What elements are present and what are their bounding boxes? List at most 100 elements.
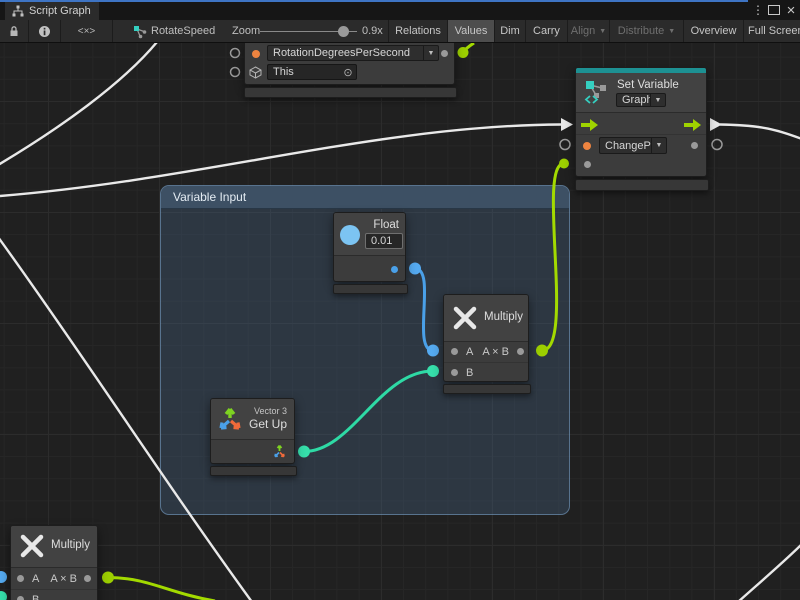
- object-picker-icon[interactable]: ⊙: [340, 66, 356, 79]
- lock-icon: [8, 25, 20, 37]
- output-port[interactable]: [84, 575, 91, 582]
- float-value-field[interactable]: 0.01: [365, 233, 403, 249]
- flow-out-arrow-icon[interactable]: [684, 118, 702, 132]
- input-port-b[interactable]: [17, 596, 24, 600]
- input-port-a[interactable]: [451, 348, 458, 355]
- node-footer[interactable]: [244, 87, 457, 98]
- graph-hierarchy-icon: [12, 5, 24, 17]
- script-graph-window: Variable Input: [0, 0, 800, 600]
- wire-end-dot[interactable]: [559, 159, 569, 169]
- variable-name-dropdown[interactable]: ChangePos ▼: [599, 137, 667, 154]
- value-input-port[interactable]: [584, 161, 591, 168]
- variable-name-dropdown[interactable]: RotationDegreesPerSecond ▼: [267, 45, 439, 61]
- group-header[interactable]: Variable Input: [161, 186, 569, 209]
- menu-kebab-icon[interactable]: ⋮: [751, 0, 765, 20]
- port-label-b: B: [32, 594, 39, 600]
- info-icon: [38, 25, 51, 38]
- chevron-down-icon: ▼: [668, 28, 675, 35]
- toolbar: <×> RotateSpeed Zoom 0.9x Relations Valu…: [0, 20, 800, 43]
- node-title: Multiply: [484, 311, 523, 323]
- node-title: Multiply: [51, 539, 90, 551]
- node-header[interactable]: Multiply: [444, 295, 528, 342]
- node-multiply[interactable]: Multiply A A × B B: [443, 294, 529, 382]
- zoom-slider-handle[interactable]: [338, 26, 349, 37]
- lock-button[interactable]: [0, 20, 28, 42]
- node-set-variable[interactable]: Set Variable Graph ▼ ChangePos ▼: [575, 67, 707, 177]
- scope-dropdown[interactable]: Graph ▼: [616, 93, 666, 107]
- node-header[interactable]: Float 0.01: [334, 213, 405, 256]
- node-title: Get Up: [249, 417, 287, 431]
- button-distribute[interactable]: Distribute ▼: [610, 20, 683, 42]
- zoom-value: 0.9x: [362, 20, 383, 42]
- node-vector3-get-up[interactable]: Vector 3 Get Up: [210, 398, 295, 464]
- tab-title: Script Graph: [29, 5, 91, 17]
- button-carry[interactable]: Carry: [526, 20, 567, 42]
- maximize-icon[interactable]: [766, 0, 782, 20]
- tab-script-graph[interactable]: Script Graph: [5, 2, 99, 20]
- port-label-result: A × B: [482, 346, 509, 358]
- variable-name: RotationDegreesPerSecond: [268, 47, 423, 59]
- target-value: This: [268, 66, 340, 78]
- chevron-down-icon: ▼: [651, 138, 666, 153]
- code-view-button[interactable]: <×>: [61, 20, 112, 42]
- float-type-icon: [340, 225, 360, 245]
- button-relations[interactable]: Relations: [389, 20, 447, 42]
- float-value: 0.01: [366, 235, 402, 247]
- value-output-port[interactable]: [691, 142, 698, 149]
- wire-end-dot[interactable]: [102, 572, 114, 584]
- input-port-a[interactable]: [17, 575, 24, 582]
- node-footer[interactable]: [210, 466, 297, 476]
- node-title: Float: [373, 219, 399, 231]
- node-footer[interactable]: [333, 284, 408, 294]
- wire-end-dot[interactable]: [298, 446, 310, 458]
- info-button[interactable]: [29, 20, 60, 42]
- node-multiply-2[interactable]: Multiply A A × B B: [10, 525, 98, 600]
- value-output-port[interactable]: [441, 50, 448, 57]
- wire-end-dot[interactable]: [536, 345, 548, 357]
- output-port[interactable]: [517, 348, 524, 355]
- button-values[interactable]: Values: [448, 20, 494, 42]
- wire-end-dot[interactable]: [458, 47, 469, 58]
- node-type-label: Vector 3: [254, 406, 287, 416]
- cube-icon: [249, 66, 262, 79]
- variable-name: ChangePos: [600, 140, 651, 152]
- graph-name-label: RotateSpeed: [151, 20, 215, 42]
- set-variable-icon: [583, 78, 610, 105]
- node-title: Set Variable: [617, 79, 679, 91]
- button-align[interactable]: Align ▼: [568, 20, 609, 42]
- node-footer[interactable]: [575, 179, 709, 191]
- chevron-down-icon: ▼: [599, 28, 606, 35]
- node-header[interactable]: Vector 3 Get Up: [211, 399, 294, 440]
- button-dim[interactable]: Dim: [495, 20, 525, 42]
- node-float[interactable]: Float 0.01: [333, 212, 406, 282]
- port-label-result: A × B: [50, 573, 77, 585]
- wire-end-dot[interactable]: [409, 263, 421, 275]
- variable-port[interactable]: [583, 142, 591, 150]
- multiply-icon: [19, 533, 45, 559]
- variable-port[interactable]: [252, 50, 260, 58]
- port-label-a: A: [466, 346, 473, 358]
- button-full-screen[interactable]: Full Screen: [744, 20, 800, 42]
- node-get-variable[interactable]: RotationDegreesPerSecond ▼ This ⊙: [244, 43, 455, 85]
- vector3-port-icon[interactable]: [272, 444, 287, 459]
- button-overview[interactable]: Overview: [684, 20, 743, 42]
- scope-value: Graph: [617, 94, 650, 106]
- zoom-label: Zoom: [232, 20, 260, 42]
- close-icon[interactable]: ×: [784, 0, 798, 20]
- tab-bar: Script Graph ⋮ ×: [0, 0, 800, 20]
- port-label-b: B: [466, 367, 473, 379]
- input-port-b[interactable]: [451, 369, 458, 376]
- wire-end-dot[interactable]: [427, 365, 439, 377]
- wire-end-dot[interactable]: [427, 345, 439, 357]
- chevron-down-icon: ▼: [650, 94, 665, 106]
- vector3-icon: [217, 406, 244, 433]
- value-output-port[interactable]: [391, 266, 398, 273]
- node-header[interactable]: Multiply: [11, 526, 97, 568]
- target-field[interactable]: This ⊙: [267, 64, 357, 80]
- port-label-a: A: [32, 573, 39, 585]
- node-header[interactable]: Set Variable Graph ▼: [576, 73, 706, 113]
- flow-in-arrow-icon[interactable]: [581, 118, 599, 132]
- chevron-down-icon: ▼: [423, 46, 438, 60]
- node-footer[interactable]: [443, 384, 531, 394]
- focus-accent-line: [0, 0, 748, 2]
